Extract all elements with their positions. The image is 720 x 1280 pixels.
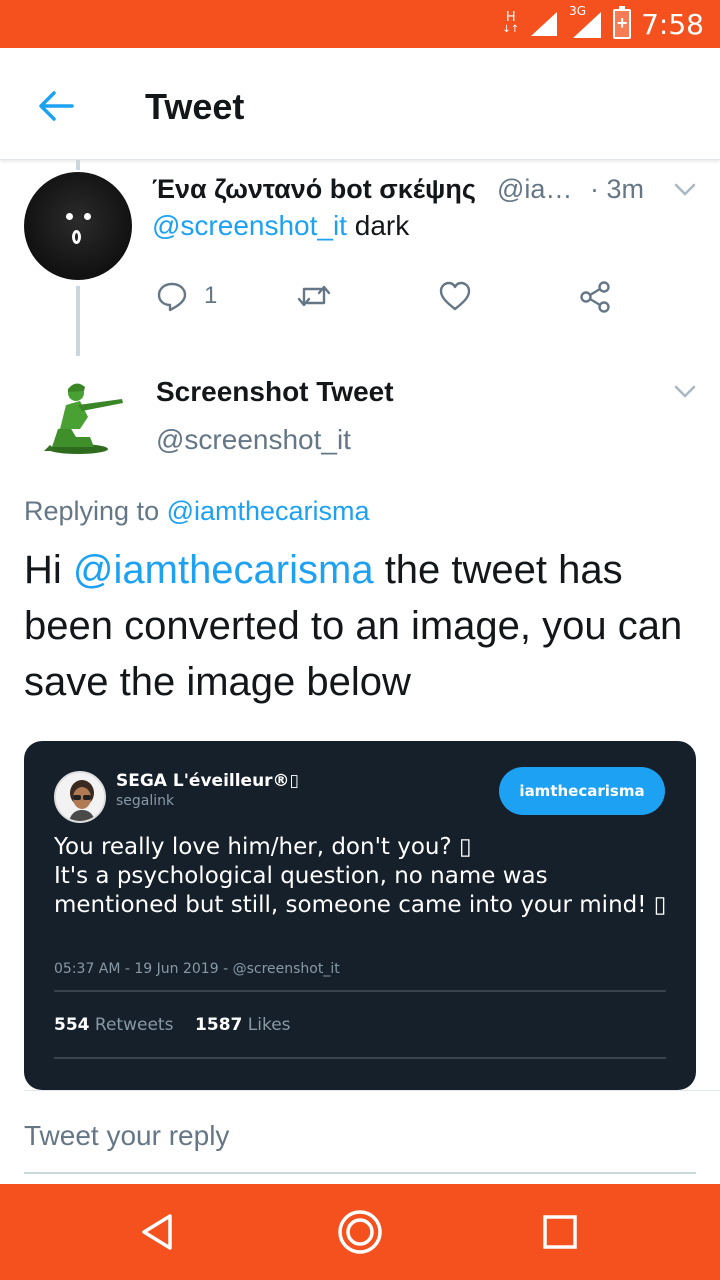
arrow-left-icon [39,91,74,121]
tweet-image-card[interactable]: SEGA L'éveilleur®▯ segalink iamthecarism… [24,741,696,1090]
status-bar: H ↓↑ 3G + 7:58 [0,0,720,48]
embedded-tweet-line-1: You really love him/her, don't you? ▯ [54,834,472,860]
main-tweet-greeting: Hi [24,548,73,592]
embedded-avatar [54,771,106,823]
main-tweet-author-name[interactable]: Screenshot Tweet [156,376,394,408]
nav-home-button[interactable] [328,1202,392,1262]
battery-charging-glyph: + [616,13,628,33]
embedded-tweet-text: You really love him/her, don't you? ▯ It… [54,833,669,920]
nav-recents-button[interactable] [528,1202,592,1262]
replying-to: Replying to @iamthecarisma [24,496,370,527]
thread-line-connector [76,286,80,356]
reply-input[interactable]: Tweet your reply [24,1120,229,1152]
embedded-user-pill: iamthecarisma [499,767,665,815]
main-tweet-avatar[interactable] [30,375,130,455]
chevron-down-icon[interactable] [670,376,700,406]
embedded-tweet-line-2: It's a psychological question, no name w… [54,863,667,918]
status-icons: H ↓↑ 3G + 7:58 [502,0,704,48]
parent-tweet-author-name[interactable]: Ένα ζωντανό bot σκέψης [152,174,476,205]
retweet-action[interactable] [296,280,332,312]
embedded-retweets-count: 554 [54,1015,90,1035]
parent-tweet-time: · 3m [590,174,644,204]
like-icon [439,281,471,311]
app-bar: Tweet [0,48,720,160]
recents-square-icon [543,1215,577,1249]
embedded-retweets-label: Retweets [89,1015,174,1035]
reply-separator [24,1090,720,1091]
parent-tweet-avatar[interactable] [24,172,132,280]
back-triangle-icon [142,1214,172,1250]
replying-handle[interactable]: @iamthecarisma [167,496,370,526]
network-h-indicator: H ↓↑ [502,10,520,36]
avatar-mouth [72,230,81,244]
network-h-label: H [505,10,516,25]
parent-tweet-text: @screenshot_it dark [152,210,409,242]
reply-input-underline [24,1172,696,1174]
embedded-divider-top [54,990,666,992]
parent-tweet-body: dark [346,210,410,241]
status-time: 7:58 [641,7,704,41]
parent-tweet-author-handle[interactable]: @ia… [497,174,572,205]
back-button[interactable] [24,78,88,134]
home-circle-icon [338,1210,382,1254]
embedded-tweet-meta: 05:37 AM - 19 Jun 2019 - @screenshot_it [54,961,340,977]
avatar-eye-left [66,213,73,220]
embedded-stats: 554 Retweets 1587 Likes [54,1015,291,1035]
network-h-arrows: ↓↑ [502,24,520,35]
embedded-author-name: SEGA L'éveilleur®▯ [116,771,299,791]
signal-icon [531,12,558,36]
retweet-icon [297,285,331,307]
battery-icon: + [613,6,632,39]
reply-icon [157,282,187,312]
main-tweet-mention[interactable]: @iamthecarisma [73,548,374,592]
signal-3g-icon: 3G [569,4,603,40]
embedded-author-handle: segalink [116,793,175,809]
system-nav-bar [0,1184,720,1280]
reply-action[interactable]: 1 [156,280,217,312]
page-title: Tweet [145,86,245,127]
like-action[interactable] [438,280,472,312]
embedded-divider-bottom [54,1057,666,1059]
thread-line-top [76,160,80,170]
reply-count: 1 [204,282,218,309]
share-action[interactable] [578,280,612,314]
chevron-down-icon[interactable] [670,174,700,204]
network-3g-label: 3G [569,4,587,18]
replying-prefix: Replying to [24,496,167,526]
main-tweet-author-handle[interactable]: @screenshot_it [156,424,351,456]
embedded-likes-label: Likes [242,1015,291,1035]
share-icon [580,281,610,313]
embedded-likes-count: 1587 [195,1015,243,1035]
nav-back-button[interactable] [126,1202,190,1262]
parent-tweet-mention[interactable]: @screenshot_it [152,210,347,241]
avatar-eye-right [84,213,91,220]
main-tweet-text: Hi @iamthecarisma the tweet has been con… [24,542,704,710]
